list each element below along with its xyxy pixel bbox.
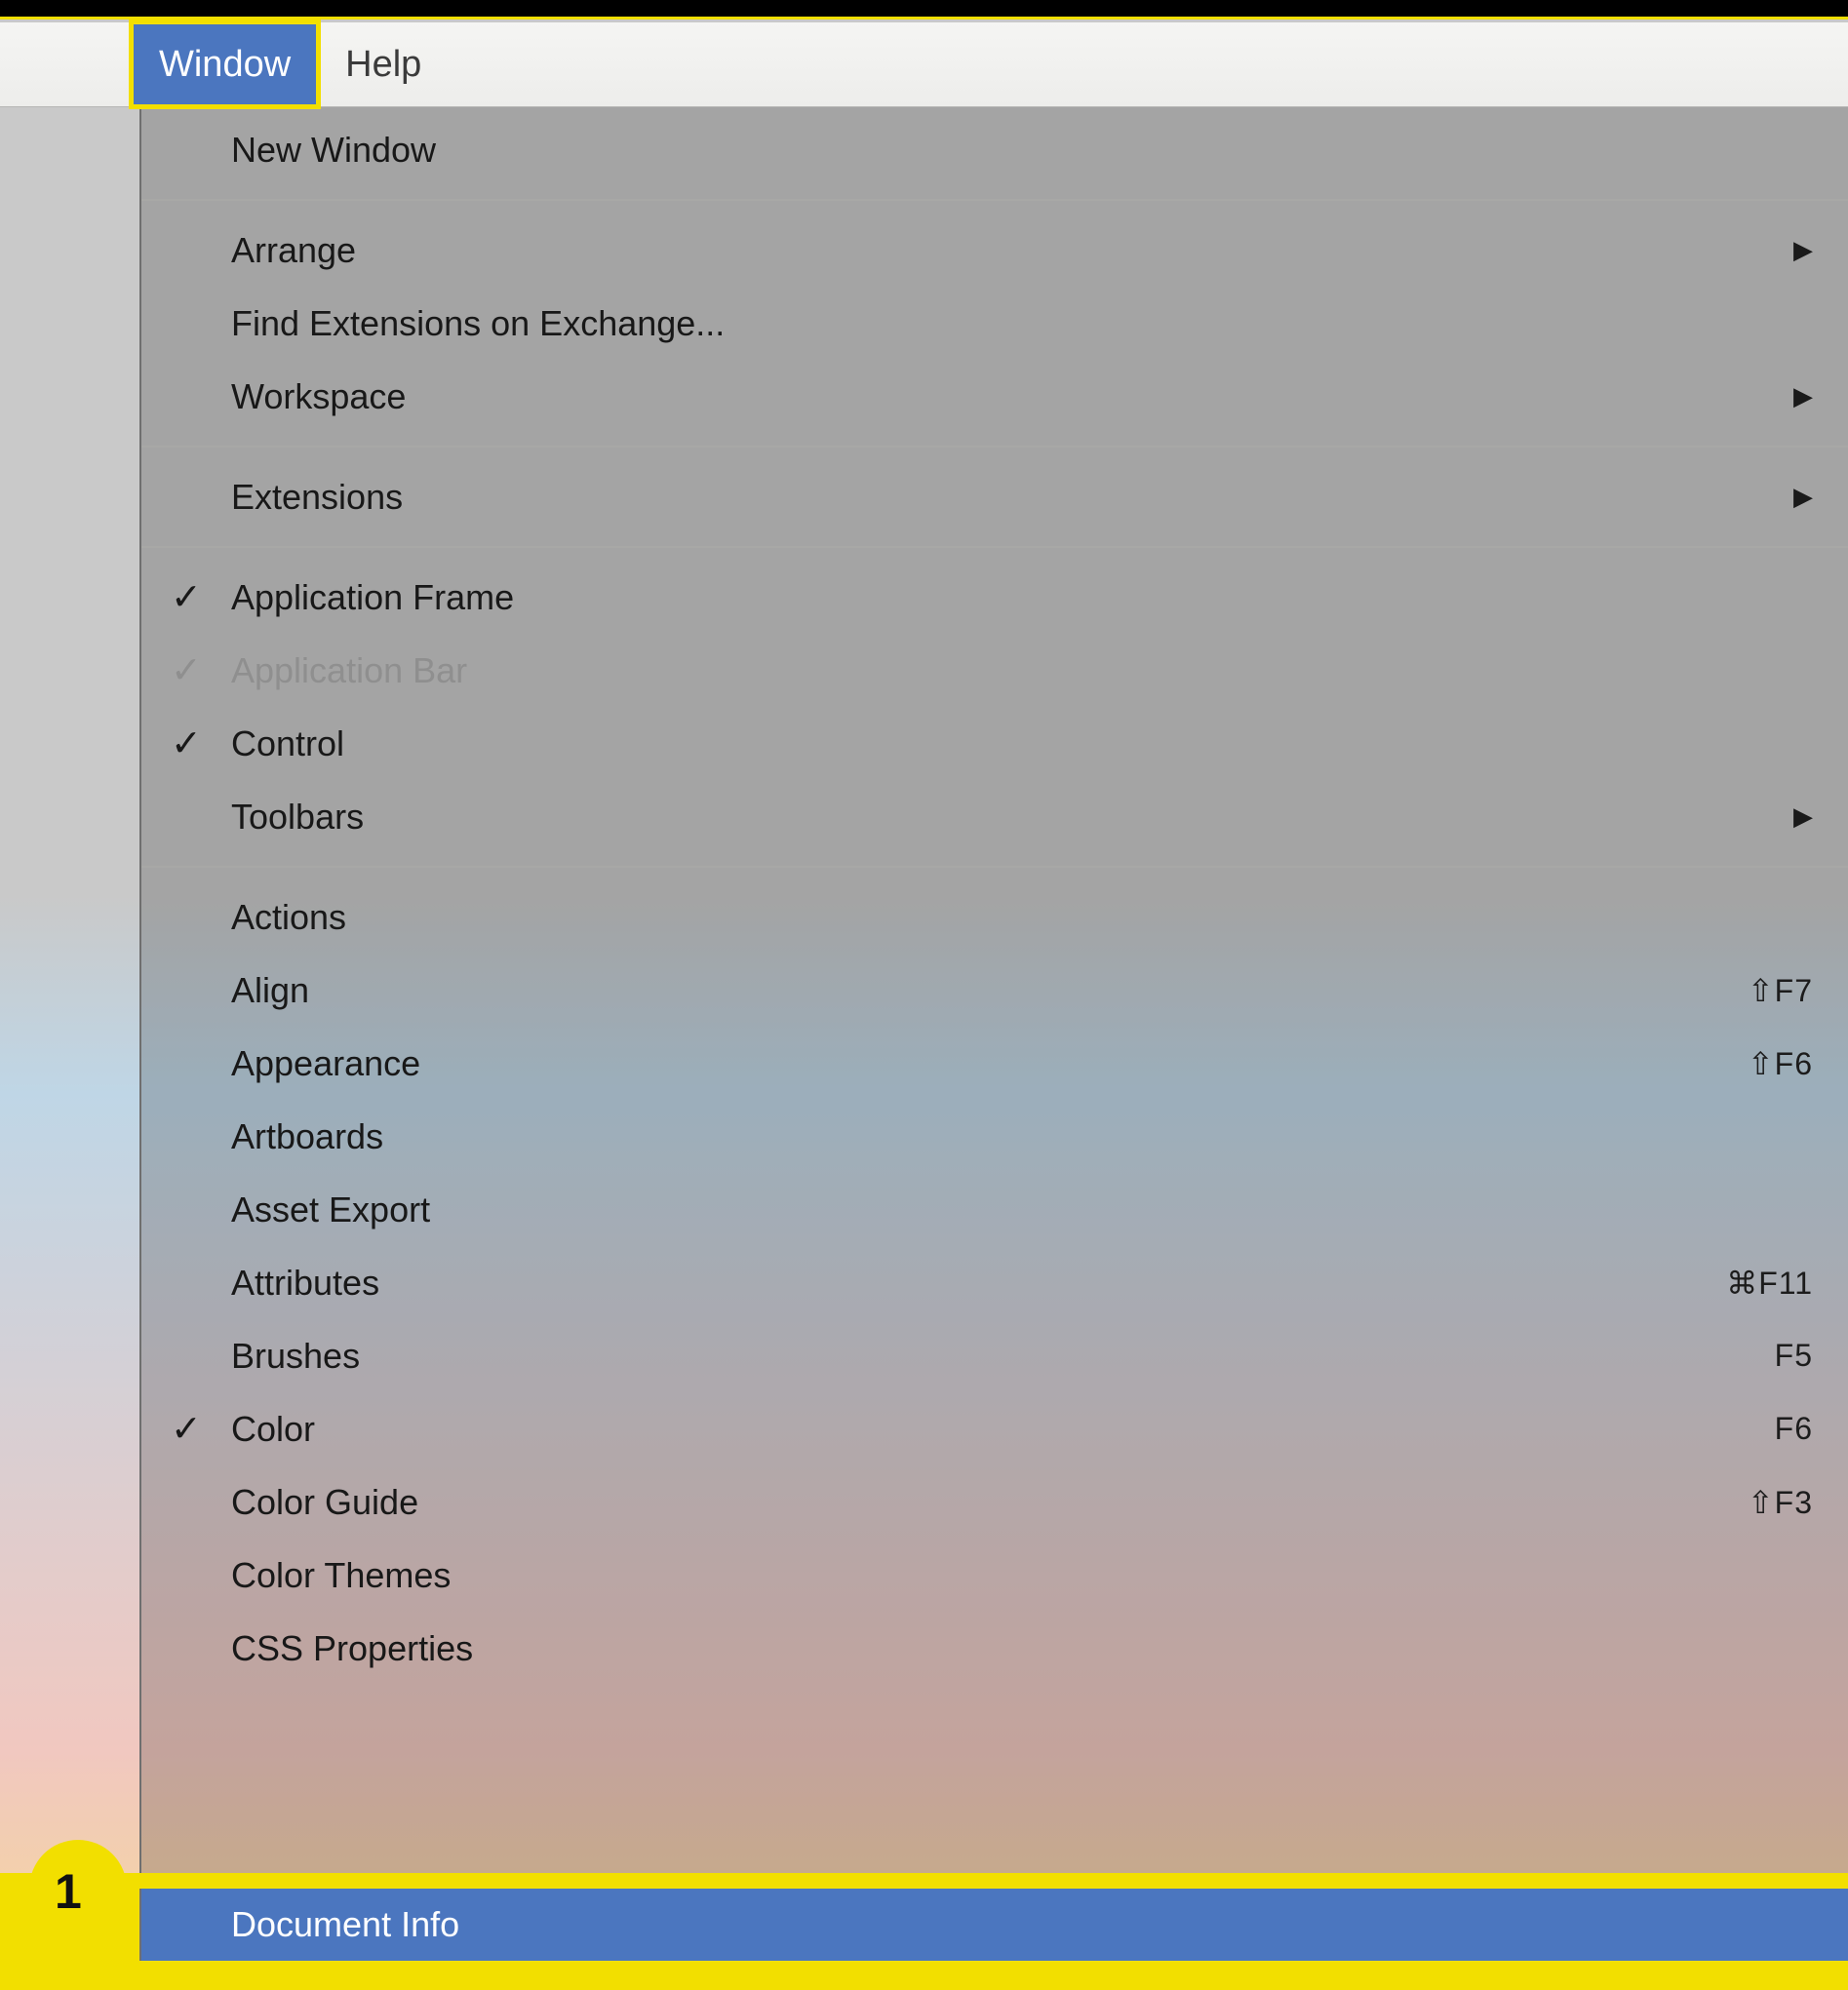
menu-actions[interactable]: Actions <box>141 880 1848 954</box>
checkmark-icon: ✓ <box>171 579 202 616</box>
menu-application-frame[interactable]: ✓ Application Frame <box>141 561 1848 634</box>
menu-label: Extensions <box>231 477 403 518</box>
menu-label: Arrange <box>231 230 356 271</box>
menu-shortcut: ⇧F3 <box>1748 1484 1813 1521</box>
menu-label: Actions <box>231 897 346 938</box>
menu-separator <box>141 199 1848 201</box>
menu-label: Attributes <box>231 1263 379 1304</box>
menu-color-themes[interactable]: Color Themes <box>141 1539 1848 1612</box>
menu-arrange[interactable]: Arrange ▶ <box>141 214 1848 287</box>
annotation-number: 1 <box>55 1863 82 1920</box>
menu-label: Document Info <box>231 1904 459 1945</box>
menu-shortcut: ⌘F11 <box>1726 1265 1813 1302</box>
menu-shortcut: F5 <box>1775 1338 1813 1374</box>
menu-find-extensions[interactable]: Find Extensions on Exchange... <box>141 287 1848 360</box>
menu-align[interactable]: Align ⇧F7 <box>141 954 1848 1027</box>
menu-shortcut: ⇧F6 <box>1748 1045 1813 1082</box>
menu-label: Appearance <box>231 1043 420 1084</box>
menu-separator <box>141 446 1848 448</box>
menu-label: CSS Properties <box>231 1628 473 1669</box>
menu-application-bar: ✓ Application Bar <box>141 634 1848 707</box>
menu-label: Application Bar <box>231 650 467 691</box>
menu-label: Align <box>231 970 309 1011</box>
menu-label: Workspace <box>231 376 406 417</box>
submenu-chevron-icon: ▶ <box>1793 801 1813 832</box>
menu-label: Control <box>231 723 344 764</box>
submenu-chevron-icon: ▶ <box>1793 235 1813 265</box>
menu-artboards[interactable]: Artboards <box>141 1100 1848 1173</box>
menu-color-guide[interactable]: Color Guide ⇧F3 <box>141 1465 1848 1539</box>
menu-shortcut: ⇧F7 <box>1748 972 1813 1009</box>
menubar-window[interactable]: Window <box>132 22 318 106</box>
menu-label: Color Themes <box>231 1555 451 1596</box>
menu-color[interactable]: ✓ Color F6 <box>141 1392 1848 1465</box>
menu-label: Color <box>231 1409 315 1450</box>
menu-label: Color Guide <box>231 1482 418 1523</box>
menu-workspace[interactable]: Workspace ▶ <box>141 360 1848 433</box>
menu-asset-export[interactable]: Asset Export <box>141 1173 1848 1246</box>
menu-label: Artboards <box>231 1116 383 1157</box>
checkmark-icon: ✓ <box>171 725 202 762</box>
menu-label: Find Extensions on Exchange... <box>231 303 725 344</box>
submenu-chevron-icon: ▶ <box>1793 482 1813 512</box>
menu-attributes[interactable]: Attributes ⌘F11 <box>141 1246 1848 1319</box>
menu-label: Asset Export <box>231 1190 430 1230</box>
submenu-chevron-icon: ▶ <box>1793 381 1813 411</box>
menu-shortcut: F6 <box>1775 1411 1813 1447</box>
menu-label: Application Frame <box>231 577 514 618</box>
menu-appearance[interactable]: Appearance ⇧F6 <box>141 1027 1848 1100</box>
menu-label: Brushes <box>231 1336 360 1377</box>
menubar-help[interactable]: Help <box>318 22 449 106</box>
menu-separator <box>141 866 1848 868</box>
menu-extensions[interactable]: Extensions ▶ <box>141 460 1848 533</box>
annotation-callout: 1 Document Info <box>0 1873 1848 1990</box>
menubar: Window Help <box>0 22 1848 107</box>
checkmark-icon: ✓ <box>171 652 202 689</box>
menu-label: Toolbars <box>231 797 364 838</box>
menu-toolbars[interactable]: Toolbars ▶ <box>141 780 1848 853</box>
menu-css-properties[interactable]: CSS Properties <box>141 1612 1848 1685</box>
menu-separator <box>141 546 1848 548</box>
menu-control[interactable]: ✓ Control <box>141 707 1848 780</box>
menu-document-info[interactable]: Document Info <box>139 1889 1848 1961</box>
window-menu-dropdown: New Window Arrange ▶ Find Extensions on … <box>139 107 1848 1990</box>
menu-label: New Window <box>231 130 436 171</box>
menu-brushes[interactable]: Brushes F5 <box>141 1319 1848 1392</box>
menubar-spacer <box>0 22 132 106</box>
checkmark-icon: ✓ <box>171 1411 202 1448</box>
window-top-black-bar <box>0 0 1848 20</box>
menu-new-window[interactable]: New Window <box>141 113 1848 186</box>
